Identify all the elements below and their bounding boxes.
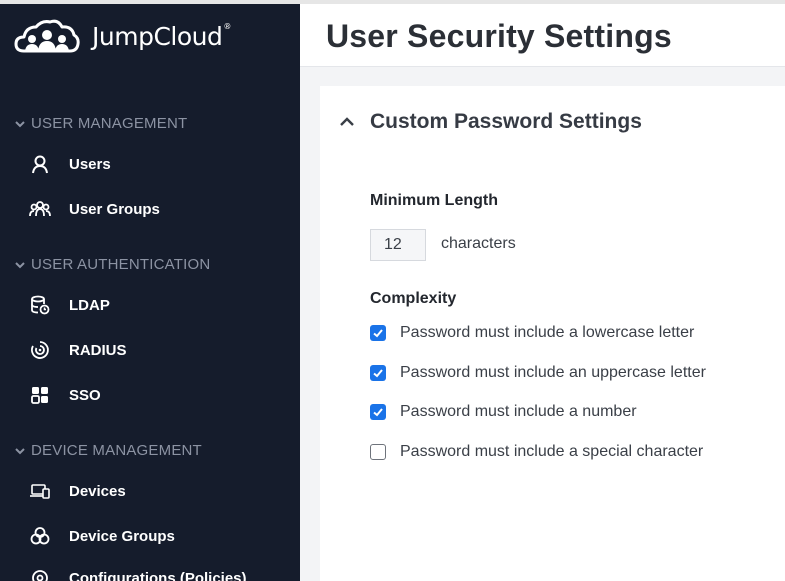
complexity-option-uppercase[interactable]: Password must include an uppercase lette…: [370, 364, 706, 382]
chevron-down-icon: [15, 447, 25, 454]
sidebar-item-devices[interactable]: Devices: [28, 479, 126, 503]
sidebar-item-label: LDAP: [69, 296, 110, 314]
main-content: User Security Settings Custom Password S…: [300, 0, 785, 581]
page-header: User Security Settings: [300, 4, 785, 67]
min-length-label: Minimum Length: [370, 192, 498, 209]
brand-name-text: JumpCloud: [92, 21, 223, 51]
section-label: DEVICE MANAGEMENT: [31, 442, 202, 459]
checkbox-label: Password must include a lowercase letter: [400, 324, 695, 341]
brand-name: JumpCloud®: [92, 22, 231, 51]
sidebar-item-label: Configurations (Policies): [69, 569, 247, 581]
sidebar-item-sso[interactable]: SSO: [28, 383, 101, 407]
checkmark-icon: [373, 369, 383, 378]
checkbox-checked[interactable]: [370, 404, 386, 420]
checkbox-unchecked[interactable]: [370, 444, 386, 460]
user-icon: [28, 152, 52, 176]
section-user-authentication[interactable]: USER AUTHENTICATION: [14, 256, 210, 273]
card-title: Custom Password Settings: [370, 110, 642, 133]
password-settings-header[interactable]: Custom Password Settings: [338, 110, 642, 134]
jumpcloud-logo[interactable]: JumpCloud®: [14, 18, 231, 54]
sidebar-item-label: Device Groups: [69, 527, 175, 545]
complexity-option-lowercase[interactable]: Password must include a lowercase letter: [370, 324, 694, 342]
user-groups-icon: [28, 197, 52, 221]
complexity-option-special[interactable]: Password must include a special characte…: [370, 443, 703, 461]
sidebar-item-users[interactable]: Users: [28, 152, 111, 176]
sidebar-item-user-groups[interactable]: User Groups: [28, 197, 160, 221]
checkmark-icon: [373, 329, 383, 338]
checkbox-checked[interactable]: [370, 325, 386, 341]
checkbox-checked[interactable]: [370, 365, 386, 381]
sidebar-item-label: User Groups: [69, 200, 160, 218]
min-length-unit: characters: [441, 235, 516, 252]
sso-icon: [28, 383, 52, 407]
password-settings-card: Custom Password Settings Minimum Length …: [320, 86, 785, 581]
database-icon: [28, 293, 52, 317]
checkbox-label: Password must include a number: [400, 403, 637, 420]
radius-icon: [28, 338, 52, 362]
devices-icon: [28, 479, 52, 503]
sidebar-item-label: RADIUS: [69, 341, 127, 359]
section-user-management[interactable]: USER MANAGEMENT: [14, 115, 187, 132]
sidebar-item-radius[interactable]: RADIUS: [28, 338, 127, 362]
section-device-management[interactable]: DEVICE MANAGEMENT: [14, 442, 202, 459]
cloud-people-logo-icon: [14, 19, 80, 53]
configurations-icon: [28, 566, 52, 581]
min-length-input[interactable]: 12: [370, 229, 426, 261]
device-groups-icon: [28, 524, 52, 548]
checkbox-label: Password must include a special characte…: [400, 443, 704, 460]
chevron-down-icon: [15, 261, 25, 268]
sidebar-item-label: Devices: [69, 482, 126, 500]
checkbox-label: Password must include an uppercase lette…: [400, 364, 706, 381]
complexity-option-number[interactable]: Password must include a number: [370, 403, 637, 421]
sidebar-item-device-groups[interactable]: Device Groups: [28, 524, 175, 548]
sidebar-item-label: Users: [69, 155, 111, 173]
checkmark-icon: [373, 408, 383, 417]
chevron-up-icon[interactable]: [338, 113, 356, 131]
section-label: USER AUTHENTICATION: [31, 256, 211, 273]
sidebar-item-ldap[interactable]: LDAP: [28, 293, 110, 317]
complexity-label: Complexity: [370, 290, 457, 307]
section-label: USER MANAGEMENT: [31, 115, 188, 132]
chevron-down-icon: [15, 120, 25, 127]
brand-trademark: ®: [223, 21, 231, 31]
sidebar-item-configurations[interactable]: Configurations (Policies): [28, 566, 247, 581]
min-length-value: 12: [384, 236, 402, 253]
sidebar: JumpCloud® USER MANAGEMENT Users User Gr…: [0, 0, 300, 581]
sidebar-item-label: SSO: [69, 386, 101, 404]
top-border: [0, 0, 785, 4]
page-title: User Security Settings: [326, 18, 672, 54]
